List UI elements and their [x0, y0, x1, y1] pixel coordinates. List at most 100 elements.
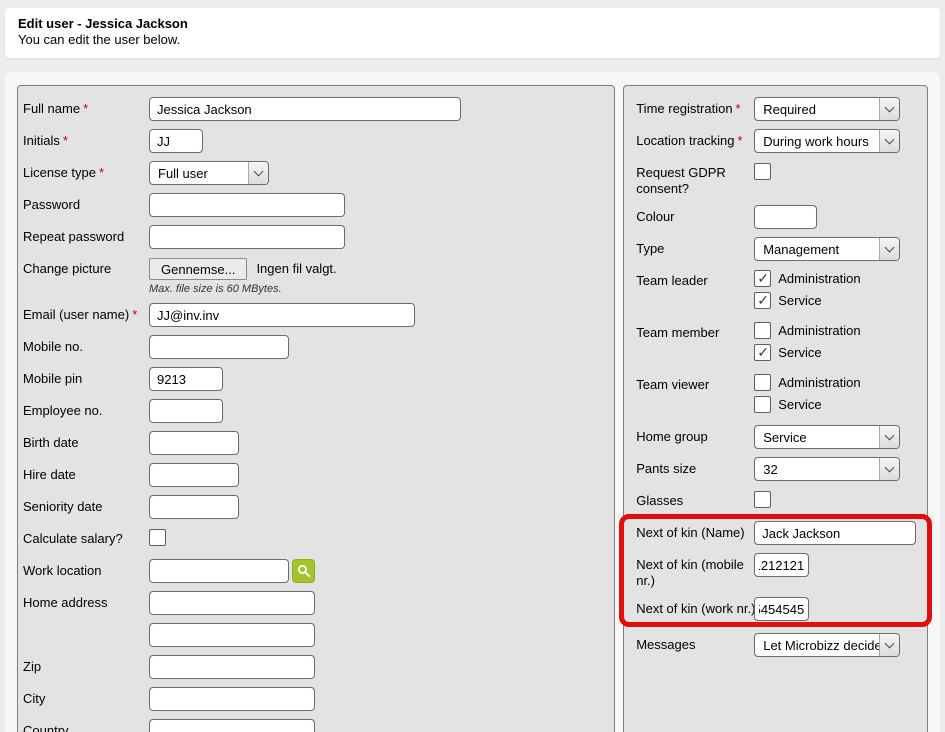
- pants-size-label: Pants size: [636, 457, 754, 477]
- team-member-administration-checkbox[interactable]: [754, 322, 771, 339]
- home-address-input-1[interactable]: [149, 591, 315, 615]
- full-name-input[interactable]: [149, 97, 461, 121]
- team-viewer-administration-checkbox[interactable]: [754, 374, 771, 391]
- glasses-checkbox[interactable]: [754, 491, 771, 508]
- initials-label: Initials*: [23, 129, 149, 149]
- team-leader-administration: Administration: [754, 269, 860, 288]
- search-icon: [297, 564, 311, 578]
- glasses-label: Glasses: [636, 489, 754, 509]
- time-registration-value: Required: [755, 98, 879, 120]
- kin-mobile-label: Next of kin (mobile nr.): [636, 553, 754, 589]
- team-member-options: Administration Service: [754, 321, 860, 365]
- location-tracking-select[interactable]: During work hours: [754, 129, 900, 153]
- pants-size-value: 32: [755, 458, 879, 480]
- work-location-search-button[interactable]: [292, 559, 315, 583]
- type-select[interactable]: Management: [754, 237, 900, 261]
- kin-name-row: Next of kin (Name): [636, 521, 917, 545]
- hire-date-input[interactable]: [149, 463, 239, 487]
- city-input[interactable]: [149, 687, 315, 711]
- team-leader-label: Team leader: [636, 269, 754, 289]
- email-label: Email (user name)*: [23, 303, 149, 323]
- initials-row: Initials*: [23, 129, 606, 153]
- change-picture-row: Change picture Gennemse... Ingen fil val…: [23, 257, 606, 295]
- license-type-select[interactable]: Full user: [149, 161, 269, 185]
- gdpr-checkbox[interactable]: [754, 163, 771, 180]
- zip-input[interactable]: [149, 655, 315, 679]
- calculate-salary-row: Calculate salary?: [23, 527, 606, 551]
- home-address-row: Home address: [23, 591, 606, 615]
- calculate-salary-checkbox[interactable]: [149, 529, 166, 546]
- password-label: Password: [23, 193, 149, 213]
- mobile-pin-row: Mobile pin: [23, 367, 606, 391]
- city-row: City: [23, 687, 606, 711]
- email-row: Email (user name)*: [23, 303, 606, 327]
- colour-input[interactable]: [754, 205, 817, 229]
- type-label: Type: [636, 237, 754, 257]
- gdpr-row: Request GDPR consent?: [636, 161, 917, 197]
- seniority-date-row: Seniority date: [23, 495, 606, 519]
- seniority-date-label: Seniority date: [23, 495, 149, 515]
- birth-date-input[interactable]: [149, 431, 239, 455]
- seniority-date-input[interactable]: [149, 495, 239, 519]
- kin-work-input[interactable]: [754, 597, 809, 621]
- mobile-no-input[interactable]: [149, 335, 289, 359]
- password-input[interactable]: [149, 193, 345, 217]
- team-member-row: Team member Administration Service: [636, 321, 917, 365]
- glasses-row: Glasses: [636, 489, 917, 513]
- team-leader-service: Service: [754, 291, 860, 310]
- country-input[interactable]: [149, 719, 315, 732]
- messages-select[interactable]: Let Microbizz decide: [754, 633, 900, 657]
- chevron-down-icon: [879, 426, 899, 448]
- mobile-pin-label: Mobile pin: [23, 367, 149, 387]
- team-member-service-checkbox[interactable]: [754, 344, 771, 361]
- home-group-label: Home group: [636, 425, 754, 445]
- initials-input[interactable]: [149, 129, 203, 153]
- country-row: Country: [23, 719, 606, 732]
- repeat-password-input[interactable]: [149, 225, 345, 249]
- browse-button[interactable]: Gennemse...: [149, 258, 247, 280]
- birth-date-label: Birth date: [23, 431, 149, 451]
- kin-work-label: Next of kin (work nr.): [636, 597, 754, 617]
- type-row: Type Management: [636, 237, 917, 261]
- employee-no-row: Employee no.: [23, 399, 606, 423]
- license-type-label: License type*: [23, 161, 149, 181]
- next-of-kin-section: Next of kin (Name) Next of kin (mobile n…: [636, 521, 917, 621]
- chevron-down-icon: [879, 634, 899, 656]
- time-registration-select[interactable]: Required: [754, 97, 900, 121]
- gdpr-label: Request GDPR consent?: [636, 161, 754, 197]
- kin-mobile-input[interactable]: [754, 553, 809, 577]
- page-subtitle: You can edit the user below.: [18, 32, 927, 48]
- team-viewer-options: Administration Service: [754, 373, 860, 417]
- type-value: Management: [755, 238, 879, 260]
- team-member-service: Service: [754, 343, 860, 362]
- hire-date-row: Hire date: [23, 463, 606, 487]
- chevron-down-icon: [879, 130, 899, 152]
- employee-no-input[interactable]: [149, 399, 223, 423]
- team-leader-service-checkbox[interactable]: [754, 292, 771, 309]
- location-tracking-value: During work hours: [755, 130, 879, 152]
- home-group-select[interactable]: Service: [754, 425, 900, 449]
- change-picture-controls: Gennemse... Ingen fil valgt. Max. file s…: [149, 257, 337, 295]
- home-group-row: Home group Service: [636, 425, 917, 449]
- pants-size-select[interactable]: 32: [754, 457, 900, 481]
- team-leader-administration-checkbox[interactable]: [754, 270, 771, 287]
- chevron-down-icon: [879, 458, 899, 480]
- email-input[interactable]: [149, 303, 415, 327]
- location-tracking-row: Location tracking* During work hours: [636, 129, 917, 153]
- home-address-input-2[interactable]: [149, 623, 315, 647]
- change-picture-label: Change picture: [23, 257, 149, 277]
- file-size-note: Max. file size is 60 MBytes.: [149, 283, 337, 295]
- work-location-input[interactable]: [149, 559, 289, 583]
- kin-name-input[interactable]: [754, 521, 916, 545]
- mobile-pin-input[interactable]: [149, 367, 223, 391]
- required-marker: *: [83, 101, 88, 116]
- zip-row: Zip: [23, 655, 606, 679]
- team-viewer-service-checkbox[interactable]: [754, 396, 771, 413]
- pants-size-row: Pants size 32: [636, 457, 917, 481]
- full-name-row: Full name*: [23, 97, 606, 121]
- colour-label: Colour: [636, 205, 754, 225]
- file-picker: Gennemse... Ingen fil valgt.: [149, 257, 337, 280]
- home-address-label-2: [23, 623, 149, 627]
- home-address-row-2: [23, 623, 606, 647]
- full-name-label: Full name*: [23, 97, 149, 117]
